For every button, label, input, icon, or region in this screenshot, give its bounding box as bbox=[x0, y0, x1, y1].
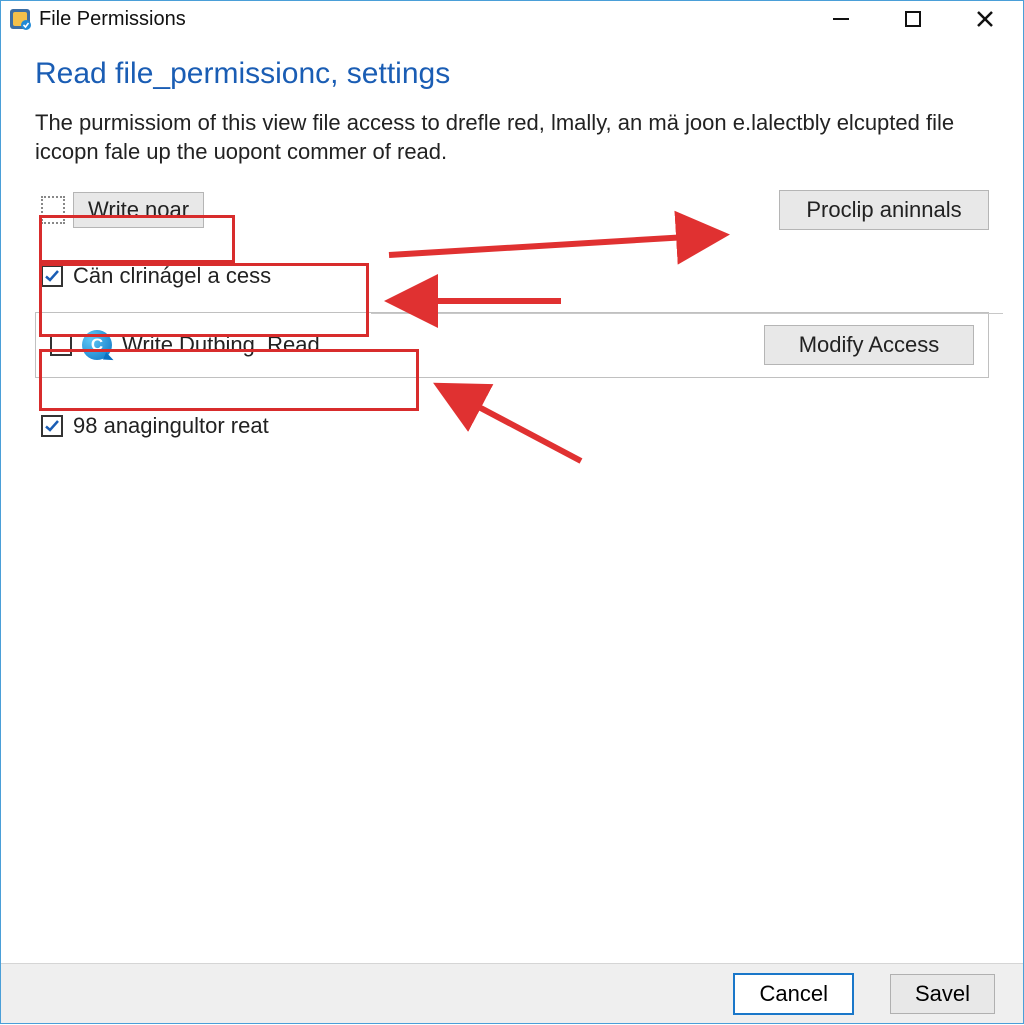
maximize-button[interactable] bbox=[897, 3, 929, 35]
cancel-button[interactable]: Cancel bbox=[733, 973, 853, 1015]
close-button[interactable] bbox=[969, 3, 1001, 35]
clringel-label: Cän clrinágel a cess bbox=[73, 263, 271, 289]
document-icon bbox=[41, 196, 65, 224]
page-description: The purmissiom of this view file access … bbox=[35, 109, 989, 166]
window-title: File Permissions bbox=[39, 8, 186, 31]
modify-access-button[interactable]: Modify Access bbox=[764, 325, 974, 365]
chat-icon: C bbox=[82, 330, 112, 360]
minimize-button[interactable] bbox=[825, 3, 857, 35]
titlebar: File Permissions bbox=[1, 1, 1023, 37]
dialog-footer: Cancel Savel bbox=[1, 963, 1023, 1023]
page-heading: Read file_permissionc, settings bbox=[35, 57, 989, 91]
save-button[interactable]: Savel bbox=[890, 974, 995, 1014]
app-icon bbox=[9, 8, 31, 30]
row-clringel: Cän clrinágel a cess bbox=[35, 250, 989, 302]
write-button[interactable]: Write noar bbox=[73, 192, 204, 228]
proclip-button[interactable]: Proclip aninnals bbox=[779, 190, 989, 230]
anaging-label: 98 anagingultor reat bbox=[73, 413, 269, 439]
row-anaging: 98 anagingultor reat bbox=[35, 400, 989, 452]
content-area: Read file_permissionc, settings The purm… bbox=[1, 37, 1023, 452]
dutbing-checkbox[interactable] bbox=[50, 334, 72, 356]
separator bbox=[371, 313, 1003, 314]
anaging-checkbox[interactable] bbox=[41, 415, 63, 437]
row-write: Write noar Proclip aninnals bbox=[35, 184, 989, 236]
row-dutbing: C Write Dutbing. Read Modify Access bbox=[35, 312, 989, 378]
clringel-checkbox[interactable] bbox=[41, 265, 63, 287]
window-controls bbox=[825, 3, 1015, 35]
dutbing-label: Write Dutbing. Read bbox=[122, 332, 320, 358]
